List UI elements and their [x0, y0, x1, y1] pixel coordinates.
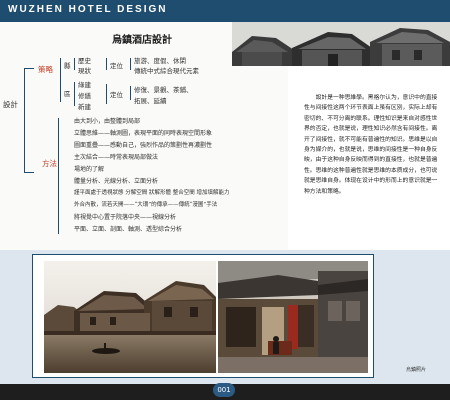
- district-mid-bracket: [106, 84, 107, 104]
- page-number: 001: [213, 383, 235, 397]
- district-label: 區: [64, 90, 71, 98]
- method-label: 方法: [42, 159, 57, 168]
- method-item: 體量分析、光線分析、立面分析: [74, 178, 159, 185]
- method-bracket: [58, 118, 59, 234]
- canal-photo: [44, 261, 216, 373]
- strategy-label: 策略: [38, 65, 53, 74]
- county-item: 歷史: [78, 57, 91, 65]
- description-paragraph: 設計是一种思維學。黑格尔认为，意识中的直接性与间接性这两个环节表面上虽有区別，实…: [304, 95, 438, 195]
- header-bar: WUZHEN HOTEL DESIGN: [0, 0, 450, 22]
- method-item: 圖面重疊——感動自己，強烈作品的策劃性再濃劃性: [74, 142, 213, 149]
- method-item: 外合內散，流若天開——“大環”的傳承——傳統“漫圖”手法: [74, 202, 218, 208]
- mindmap-root: 設計: [3, 100, 18, 109]
- district-item: 綠建: [78, 81, 91, 89]
- method-item: 主次結合——時常表現局部做法: [74, 154, 159, 161]
- county-label: 縣: [64, 62, 71, 70]
- method-item: 平面、立面、剖面、軸測、透型綜合分析: [74, 226, 183, 233]
- district-result: 修復、景觀、茶鋪、: [134, 86, 193, 94]
- root-bracket: [24, 68, 25, 172]
- page-title: 烏鎮酒店設計: [112, 35, 172, 46]
- county-result: 傳統中式綜合現代元素: [134, 67, 199, 75]
- method-item: 由大到小，由整體到局部: [74, 118, 141, 125]
- strategy-bracket: [60, 58, 61, 102]
- county-position: 定位: [110, 62, 123, 70]
- county-bracket: [74, 58, 75, 70]
- district-item: 修繕: [78, 92, 91, 100]
- district-position: 定位: [110, 91, 123, 99]
- county-item: 現狀: [78, 67, 91, 75]
- district-result-bracket: [130, 86, 131, 100]
- method-item: 謹平面處于透視狀態 分解空間 狀解形體 整合空間 增加填解能力: [74, 190, 230, 196]
- strategy-connector: [24, 68, 34, 69]
- street-photo: [218, 261, 368, 373]
- photo-caption: 烏鎮照片: [406, 367, 427, 373]
- county-result-bracket: [130, 58, 131, 70]
- district-result: 拓展、延續: [134, 97, 167, 105]
- county-mid-bracket: [106, 58, 107, 70]
- district-bracket: [74, 82, 75, 106]
- method-item: 立體思維——軸測圖，表現平面的同時表現空間形象: [74, 130, 213, 137]
- district-item: 新建: [78, 103, 91, 111]
- rooftop-photo: [232, 22, 450, 66]
- county-result: 旅游、度假、休閑: [134, 57, 186, 65]
- header-title: WUZHEN HOTEL DESIGN: [8, 4, 168, 15]
- method-connector: [24, 172, 34, 173]
- method-item: 場地的了解: [74, 166, 105, 173]
- method-item: 將視覺中心置于院落中央——視線分析: [74, 214, 177, 221]
